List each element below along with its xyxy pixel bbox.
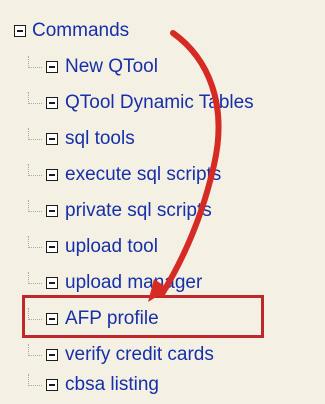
tree-item-label[interactable]: upload tool bbox=[65, 235, 158, 259]
tree-connector-line bbox=[28, 164, 42, 176]
tree-item-label[interactable]: execute sql scripts bbox=[65, 163, 221, 187]
node-box-icon bbox=[46, 205, 58, 217]
tree-connector-line bbox=[28, 128, 42, 140]
node-box-icon bbox=[46, 277, 58, 289]
tree-item-label[interactable]: private sql scripts bbox=[65, 199, 212, 223]
collapse-icon[interactable] bbox=[14, 25, 26, 37]
tree-connector-line bbox=[28, 374, 42, 386]
tree-item-qtool-dynamic-tables[interactable]: QTool Dynamic Tables bbox=[28, 88, 254, 118]
tree-item-verify-credit-cards[interactable]: verify credit cards bbox=[28, 340, 214, 370]
screenshot-frame: Commands New QTool QTool Dynamic Tables … bbox=[0, 0, 325, 404]
tree-item-execute-sql-scripts[interactable]: execute sql scripts bbox=[28, 160, 221, 190]
tree-item-upload-manager[interactable]: upload manager bbox=[28, 268, 202, 298]
node-box-icon bbox=[46, 313, 58, 325]
tree-root-commands[interactable]: Commands bbox=[14, 16, 129, 46]
tree-connector-line bbox=[28, 272, 42, 284]
tree-connector-line bbox=[28, 56, 42, 68]
node-box-icon bbox=[46, 97, 58, 109]
tree-connector-line bbox=[28, 92, 42, 104]
node-box-icon bbox=[46, 61, 58, 73]
tree-item-label[interactable]: cbsa listing bbox=[65, 373, 159, 397]
tree-item-cbsa-listing[interactable]: cbsa listing bbox=[28, 370, 159, 400]
node-box-icon bbox=[46, 349, 58, 361]
command-tree: Commands New QTool QTool Dynamic Tables … bbox=[0, 0, 325, 404]
node-box-icon bbox=[46, 133, 58, 145]
tree-connector-line bbox=[28, 344, 42, 356]
tree-item-label[interactable]: upload manager bbox=[65, 271, 202, 295]
tree-connector-line bbox=[28, 236, 42, 248]
tree-item-label[interactable]: New QTool bbox=[65, 55, 158, 79]
tree-item-private-sql-scripts[interactable]: private sql scripts bbox=[28, 196, 212, 226]
tree-item-new-qtool[interactable]: New QTool bbox=[28, 52, 158, 82]
tree-item-label[interactable]: sql tools bbox=[65, 127, 135, 151]
tree-connector-line bbox=[28, 200, 42, 212]
tree-item-sql-tools[interactable]: sql tools bbox=[28, 124, 135, 154]
tree-root-label[interactable]: Commands bbox=[32, 19, 129, 43]
tree-item-label[interactable]: AFP profile bbox=[65, 307, 159, 331]
tree-item-upload-tool[interactable]: upload tool bbox=[28, 232, 158, 262]
node-box-icon bbox=[46, 241, 58, 253]
tree-item-afp-profile[interactable]: AFP profile bbox=[28, 304, 159, 334]
tree-item-label[interactable]: verify credit cards bbox=[65, 343, 214, 367]
tree-connector-line bbox=[28, 308, 42, 320]
node-box-icon bbox=[46, 169, 58, 181]
node-box-icon bbox=[46, 379, 58, 391]
tree-item-label[interactable]: QTool Dynamic Tables bbox=[65, 91, 254, 115]
